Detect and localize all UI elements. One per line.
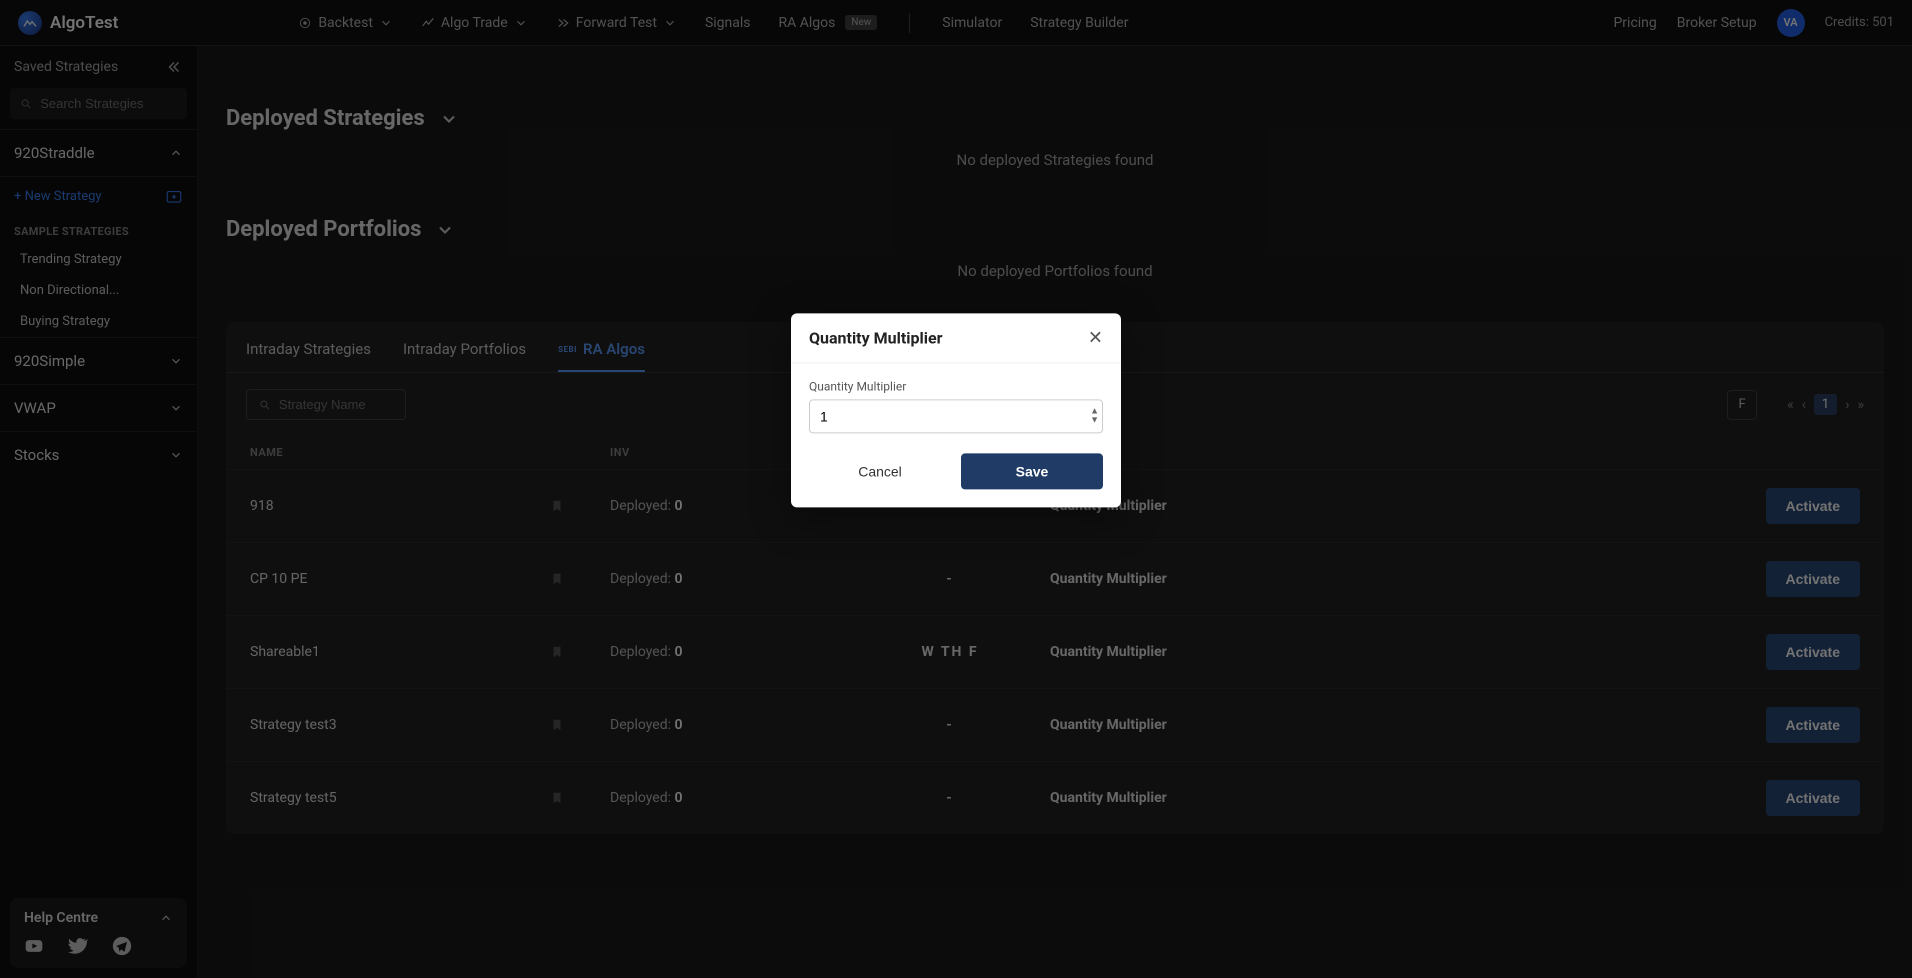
quantity-input[interactable]: [809, 400, 1103, 434]
close-icon[interactable]: ✕: [1088, 328, 1103, 349]
cancel-button[interactable]: Cancel: [809, 454, 951, 490]
modal-input-label: Quantity Multiplier: [809, 380, 1103, 394]
stepper-up-icon[interactable]: ▲: [1090, 409, 1099, 416]
save-button[interactable]: Save: [961, 454, 1103, 490]
quantity-stepper[interactable]: ▲▼: [1090, 409, 1099, 425]
modal-title: Quantity Multiplier: [809, 329, 942, 348]
stepper-down-icon[interactable]: ▼: [1090, 418, 1099, 425]
quantity-multiplier-modal: Quantity Multiplier ✕ Quantity Multiplie…: [791, 314, 1121, 508]
